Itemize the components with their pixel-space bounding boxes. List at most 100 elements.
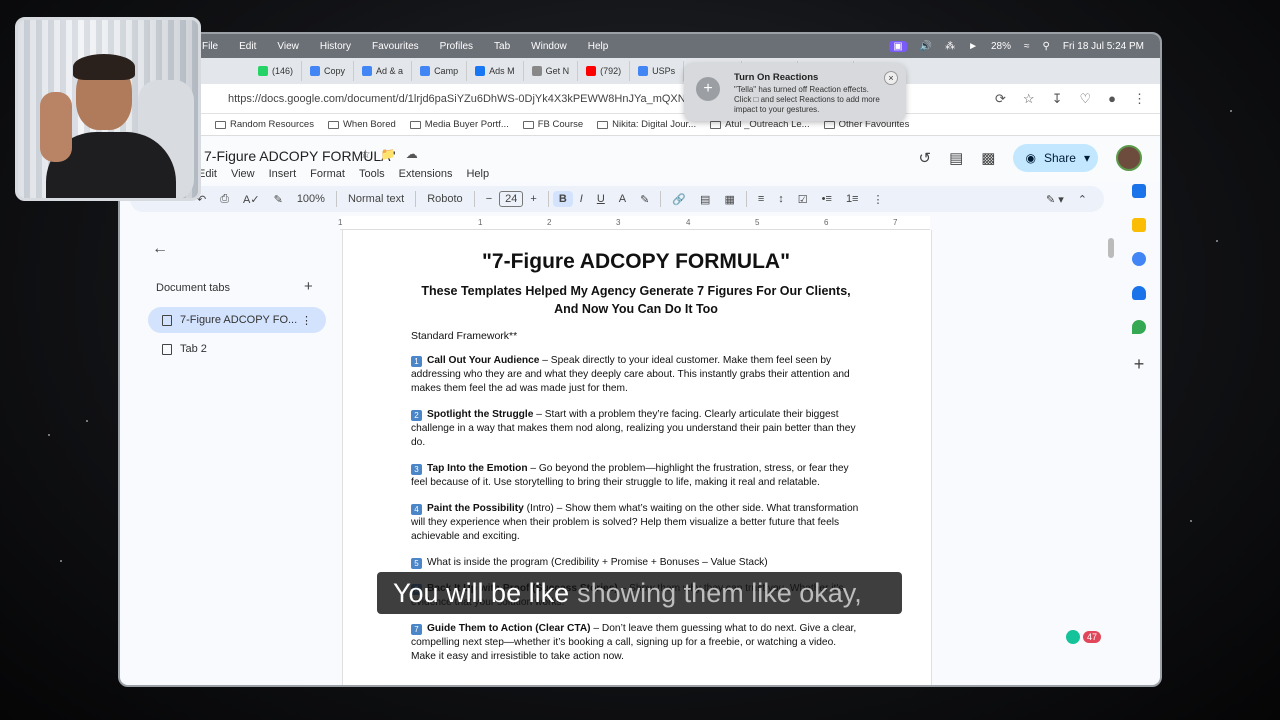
print-icon[interactable]: ⎙ bbox=[213, 193, 236, 206]
menubar-item[interactable]: Favourites bbox=[372, 41, 419, 52]
text-color-icon[interactable]: A bbox=[612, 193, 633, 205]
menubar-item[interactable]: Profiles bbox=[440, 41, 473, 52]
browser-tab[interactable]: Get N bbox=[524, 61, 579, 81]
bookmark-item[interactable]: Random Resources bbox=[215, 119, 314, 130]
italic-button[interactable]: I bbox=[573, 193, 590, 205]
browser-tab[interactable]: Camp bbox=[412, 61, 468, 81]
bookmark-star-icon[interactable]: ☆ bbox=[1023, 91, 1035, 107]
move-folder-icon[interactable]: 📁 bbox=[381, 147, 396, 161]
battery-text[interactable]: 28% bbox=[991, 41, 1011, 52]
volume-icon[interactable]: 🔊 bbox=[920, 41, 932, 52]
highlight-icon[interactable]: ✎ bbox=[633, 193, 656, 206]
share-button[interactable]: ◉ Share ▾ bbox=[1013, 144, 1098, 172]
document-tab-active[interactable]: 7-Figure ADCOPY FO... ⋮ bbox=[148, 307, 326, 333]
tella-icon[interactable]: ▣ bbox=[889, 40, 907, 52]
add-addon-icon[interactable]: + bbox=[1134, 354, 1145, 375]
back-arrow-icon[interactable]: ← bbox=[152, 240, 168, 258]
menubar-item[interactable]: Help bbox=[588, 41, 609, 52]
editing-mode-icon[interactable]: ✎ ▾ bbox=[1039, 193, 1071, 206]
collapse-icon[interactable]: ⌃ bbox=[1071, 193, 1094, 206]
wifi-icon[interactable]: ≈ bbox=[1024, 41, 1030, 52]
align-icon[interactable]: ≡ bbox=[751, 193, 771, 205]
ruler-mark: 1 bbox=[478, 218, 483, 227]
bookmark-item[interactable]: FB Course bbox=[522, 119, 583, 130]
scrollbar[interactable] bbox=[1108, 238, 1114, 258]
spellcheck-icon[interactable]: A✓ bbox=[236, 193, 267, 206]
profile-icon[interactable]: ● bbox=[1108, 91, 1116, 107]
bookmark-item[interactable]: When Bored bbox=[327, 119, 396, 130]
comments-icon[interactable]: ▤ bbox=[949, 149, 963, 167]
decrease-size-icon[interactable]: − bbox=[479, 193, 499, 205]
add-comment-icon[interactable]: ▤ bbox=[693, 193, 717, 206]
extension-icon[interactable]: ⟳ bbox=[995, 91, 1006, 107]
heart-icon[interactable]: ♡ bbox=[1079, 91, 1091, 107]
datetime[interactable]: Fri 18 Jul 5:24 PM bbox=[1063, 41, 1144, 52]
docs-menu-item[interactable]: Insert bbox=[269, 168, 297, 180]
browser-tab[interactable]: Copy bbox=[302, 61, 355, 81]
cloud-icon[interactable]: ☁ bbox=[406, 147, 418, 161]
checklist-icon[interactable]: ☑ bbox=[791, 193, 815, 206]
bookmark-item[interactable]: Media Buyer Portf... bbox=[409, 119, 509, 130]
search-icon[interactable]: ⚲ bbox=[1043, 41, 1050, 52]
bold-button[interactable]: B bbox=[552, 191, 573, 207]
menubar-item[interactable]: History bbox=[320, 41, 351, 52]
notification-body: "Tella" has turned off Reaction effects.… bbox=[734, 85, 880, 114]
tasks-icon[interactable] bbox=[1132, 252, 1146, 266]
favicon-icon bbox=[362, 66, 373, 76]
webcam-overlay[interactable] bbox=[15, 17, 201, 201]
docs-menu-item[interactable]: Format bbox=[310, 168, 345, 180]
font-size-input[interactable]: 24 bbox=[499, 191, 524, 207]
bulleted-list-icon[interactable]: •≡ bbox=[815, 193, 839, 205]
star-icon[interactable]: ☆ bbox=[360, 147, 371, 161]
insert-image-icon[interactable]: ▦ bbox=[717, 193, 741, 206]
menubar-item[interactable]: Window bbox=[531, 41, 567, 52]
style-select[interactable]: Normal text bbox=[341, 193, 411, 205]
font-select[interactable]: Roboto bbox=[420, 193, 469, 205]
browser-tab[interactable]: USPs bbox=[630, 61, 685, 81]
calendar-icon[interactable] bbox=[1132, 184, 1146, 198]
bluetooth-icon[interactable]: ⁂ bbox=[945, 41, 955, 52]
increase-size-icon[interactable]: + bbox=[523, 193, 543, 205]
menubar-item[interactable]: Edit bbox=[239, 41, 256, 52]
history-icon[interactable]: ↺ bbox=[919, 149, 932, 167]
link-icon[interactable]: 🔗 bbox=[665, 193, 693, 206]
side-panel-rail: + bbox=[1126, 184, 1152, 375]
browser-tab[interactable]: Ad & a bbox=[354, 61, 413, 81]
add-tab-icon[interactable]: + bbox=[304, 278, 313, 295]
browser-tab[interactable]: Ads M bbox=[467, 61, 524, 81]
zoom-select[interactable]: 100% bbox=[290, 193, 332, 205]
avatar[interactable] bbox=[1116, 145, 1142, 171]
browser-tab[interactable]: (146) bbox=[250, 61, 303, 81]
underline-button[interactable]: U bbox=[590, 193, 612, 205]
ruler[interactable]: 1 1 2 3 4 5 6 7 bbox=[338, 216, 930, 230]
meet-icon[interactable]: ▩ bbox=[981, 149, 995, 167]
browser-tab[interactable]: (792) bbox=[578, 61, 631, 81]
grammarly-badge[interactable]: 47 bbox=[1066, 630, 1102, 644]
kebab-icon[interactable]: ⋮ bbox=[301, 314, 312, 327]
menubar-item[interactable]: Tab bbox=[494, 41, 510, 52]
close-icon[interactable]: × bbox=[884, 71, 898, 85]
chevron-down-icon[interactable]: ▾ bbox=[1084, 151, 1090, 165]
menu-icon[interactable]: ⋮ bbox=[1133, 91, 1146, 107]
document-tab[interactable]: Tab 2 bbox=[148, 336, 326, 362]
document-page[interactable]: "7-Figure ADCOPY FORMULA" These Template… bbox=[342, 230, 932, 685]
address-bar[interactable]: https://docs.google.com/document/d/1lrjd… bbox=[120, 84, 1160, 114]
keep-icon[interactable] bbox=[1132, 218, 1146, 232]
paint-format-icon[interactable]: ✎ bbox=[267, 193, 290, 206]
reactions-notification[interactable]: + Turn On Reactions "Tella" has turned o… bbox=[684, 63, 906, 121]
docs-menu-item[interactable]: Help bbox=[466, 168, 489, 180]
menubar-item[interactable]: File bbox=[202, 41, 218, 52]
more-icon[interactable]: ⋮ bbox=[865, 193, 890, 206]
docs-menu-item[interactable]: Extensions bbox=[399, 168, 453, 180]
line-spacing-icon[interactable]: ↕ bbox=[771, 193, 791, 205]
numbered-list-icon[interactable]: 1≡ bbox=[839, 193, 866, 205]
bookmark-item[interactable]: Nikita: Digital Jour... bbox=[597, 119, 696, 130]
docs-menu-item[interactable]: View bbox=[231, 168, 255, 180]
download-icon[interactable]: ↧ bbox=[1052, 91, 1063, 107]
menubar-item[interactable]: View bbox=[277, 41, 299, 52]
play-icon[interactable]: ► bbox=[968, 41, 978, 52]
url-text[interactable]: https://docs.google.com/document/d/1lrjd… bbox=[228, 93, 695, 105]
contacts-icon[interactable] bbox=[1132, 286, 1146, 300]
docs-menu-item[interactable]: Tools bbox=[359, 168, 385, 180]
maps-icon[interactable] bbox=[1132, 320, 1146, 334]
